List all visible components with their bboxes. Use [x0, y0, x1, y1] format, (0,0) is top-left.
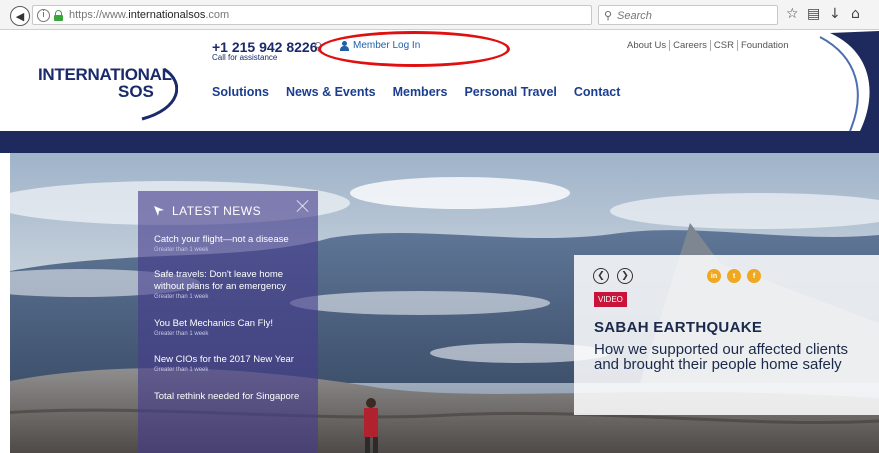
news-item-title: Catch your flight—not a disease — [154, 234, 289, 245]
bookmark-star-icon[interactable]: ☆ — [786, 6, 799, 22]
back-arrow-icon: ◀ — [15, 10, 25, 23]
download-icon[interactable]: ↓ — [829, 6, 841, 22]
facebook-label: f — [752, 272, 756, 280]
header-swoosh-decoration — [819, 31, 879, 131]
nav-contact[interactable]: Contact — [574, 85, 621, 99]
info-icon[interactable]: i — [37, 9, 50, 22]
lock-icon[interactable] — [54, 10, 63, 21]
news-item-date: Greater than 1 week — [154, 367, 209, 373]
news-item-date: Greater than 1 week — [154, 294, 209, 300]
close-icon[interactable] — [296, 199, 310, 213]
page-left-margin — [0, 153, 10, 453]
top-link-careers[interactable]: Careers — [670, 40, 711, 51]
news-flag-icon — [154, 206, 164, 216]
reading-list-icon[interactable]: ▤ — [807, 6, 820, 22]
news-item[interactable]: New CIOs for the 2017 New Year Greater t… — [154, 354, 314, 373]
nav-band — [0, 131, 879, 153]
browser-toolbar: ◀ i https://www.internationalsos.com ↻ ⚲… — [0, 0, 879, 30]
red-highlight-annotation — [318, 31, 510, 67]
previous-slide-button[interactable]: ❮ — [593, 268, 609, 284]
url-text[interactable]: https://www.internationalsos.com — [69, 9, 229, 21]
logo-text-line2: SOS — [118, 82, 154, 101]
news-item-title: New CIOs for the 2017 New Year — [154, 354, 294, 365]
search-icon: ⚲ — [604, 10, 613, 22]
news-item-date: Greater than 1 week — [154, 247, 209, 253]
site-header: INTERNATIONAL SOS +1 215 942 8226 Call f… — [0, 31, 879, 131]
news-item[interactable]: Total rethink needed for Singapore — [154, 391, 314, 403]
home-icon[interactable]: ⌂ — [851, 6, 860, 22]
top-links: About Us Careers CSR Foundation — [624, 40, 791, 51]
latest-news-heading: LATEST NEWS — [154, 204, 261, 218]
latest-news-panel: LATEST NEWS Catch your flight—not a dise… — [138, 191, 318, 453]
video-badge: VIDEO — [594, 292, 627, 307]
hero-banner: LATEST NEWS Catch your flight—not a dise… — [0, 153, 879, 453]
address-bar[interactable]: i https://www.internationalsos.com ↻ — [32, 5, 618, 25]
nav-personal-travel[interactable]: Personal Travel — [464, 85, 556, 99]
international-sos-logo[interactable]: INTERNATIONAL SOS — [38, 65, 178, 121]
news-item-title: You Bet Mechanics Can Fly! — [154, 318, 273, 329]
linkedin-label: in — [710, 272, 718, 280]
featured-story-card: ❮ ❯ in t f VIDEO SABAH EARTHQUAKE How we… — [574, 255, 879, 415]
news-item[interactable]: You Bet Mechanics Can Fly! Greater than … — [154, 318, 314, 337]
nav-members[interactable]: Members — [393, 85, 448, 99]
news-item[interactable]: Safe travels: Don't leave home without p… — [154, 269, 314, 300]
facebook-icon[interactable]: f — [747, 269, 761, 283]
next-slide-button[interactable]: ❯ — [617, 268, 633, 284]
news-item-title: Total rethink needed for Singapore — [154, 391, 300, 402]
top-link-about[interactable]: About Us — [624, 40, 671, 51]
latest-news-title: LATEST NEWS — [172, 204, 262, 218]
assist-label: Call for assistance — [212, 53, 278, 62]
back-button[interactable]: ◀ — [10, 6, 30, 26]
top-link-csr[interactable]: CSR — [711, 40, 738, 51]
nav-news-events[interactable]: News & Events — [286, 85, 376, 99]
twitter-label: t — [732, 272, 736, 280]
news-item[interactable]: Catch your flight—not a disease Greater … — [154, 234, 314, 253]
top-link-foundation[interactable]: Foundation — [738, 40, 792, 51]
browser-search-input[interactable] — [617, 8, 772, 23]
nav-solutions[interactable]: Solutions — [212, 85, 269, 99]
news-item-title: Safe travels: Don't leave home without p… — [154, 269, 287, 292]
linkedin-icon[interactable]: in — [707, 269, 721, 283]
twitter-icon[interactable]: t — [727, 269, 741, 283]
chevron-left-icon: ❮ — [597, 271, 605, 281]
feature-title[interactable]: SABAH EARTHQUAKE — [594, 319, 762, 336]
chevron-right-icon: ❯ — [621, 271, 629, 281]
main-nav: Solutions News & Events Members Personal… — [212, 85, 620, 99]
feature-subtitle[interactable]: How we supported our affected clients an… — [594, 342, 854, 372]
browser-search-box[interactable]: ⚲ — [598, 5, 778, 25]
news-item-date: Greater than 1 week — [154, 331, 209, 337]
